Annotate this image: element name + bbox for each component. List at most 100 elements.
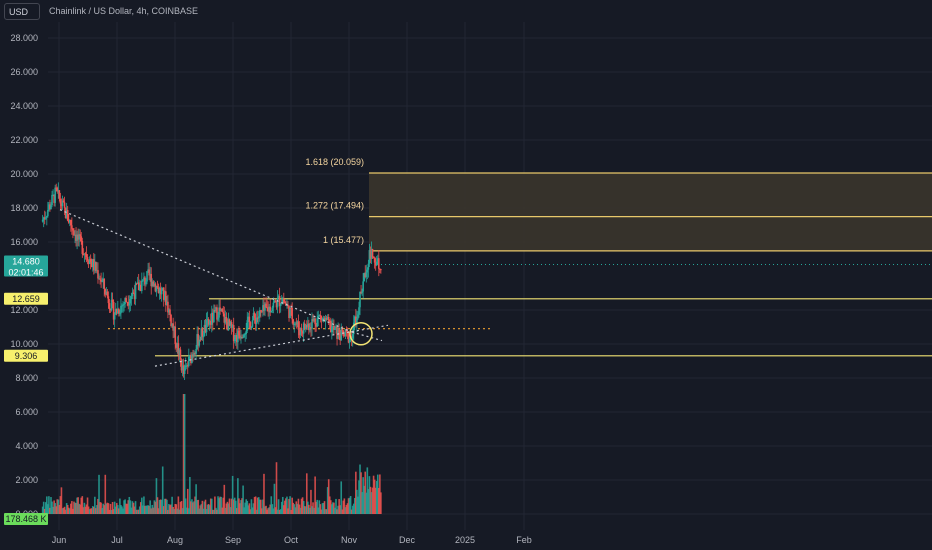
candle-body (146, 271, 148, 282)
candle-body (291, 307, 293, 320)
candle-body (188, 356, 190, 366)
candle-body (373, 258, 376, 263)
candle-body (378, 258, 380, 269)
candle-body (183, 367, 186, 375)
candle-body (233, 339, 236, 342)
candle-body (59, 198, 62, 204)
candle-body (85, 253, 88, 258)
price-axis-label: 24.000 (10, 101, 38, 111)
candle-body (86, 257, 89, 261)
descending-trendline (59, 209, 353, 333)
trend-lines (59, 209, 389, 367)
candle-body (371, 249, 374, 258)
candles (41, 182, 382, 381)
candle-body (283, 299, 285, 302)
candle-body (145, 281, 147, 285)
candle-body (245, 330, 248, 335)
candle-body (169, 309, 171, 315)
trendline-extension (351, 331, 383, 342)
fibonacci-extension: 1.618 (20.059) 1.272 (17.494) 1 (15.477) (305, 157, 932, 252)
candle-body (107, 296, 110, 304)
candle-body (358, 307, 360, 315)
candle-body (50, 205, 52, 210)
candle-body (357, 314, 359, 319)
time-axis-label: Oct (284, 535, 299, 545)
volume-bar (340, 481, 343, 514)
candle-body (265, 303, 267, 308)
candle-body (51, 194, 53, 206)
current-price-tag: 02:01:46 (8, 267, 43, 277)
price-axis-label: 8.000 (15, 373, 38, 383)
price-axis-label: 6.000 (15, 407, 38, 417)
price-axis-label: 4.000 (15, 441, 38, 451)
candle-body (300, 328, 303, 332)
candle-body (271, 307, 274, 312)
fib-zone (369, 172, 932, 251)
grid (48, 22, 932, 530)
candle-body (118, 308, 120, 314)
candle-body (246, 320, 249, 331)
candle-body (128, 303, 131, 306)
time-axis-label: Jun (52, 535, 67, 545)
candle-body (113, 314, 116, 320)
candle-body (179, 349, 182, 360)
candle-body (134, 283, 137, 300)
fib-label: 1 (15.477) (323, 235, 364, 245)
candle-body (123, 303, 125, 305)
candle-body (284, 301, 286, 304)
candle-body (130, 296, 133, 299)
candle-body (122, 304, 124, 306)
candle-body (222, 311, 225, 314)
candle-body (380, 269, 382, 271)
candle-body (72, 228, 74, 231)
volume-bar (275, 462, 278, 514)
chart-root: USD Chainlink / US Dollar, 4h, COINBASE … (0, 0, 932, 550)
candle-body (297, 321, 300, 330)
candle-body (46, 216, 48, 218)
candle-body (279, 304, 282, 307)
candle-body (251, 320, 254, 327)
candle-body (274, 300, 277, 303)
time-axis-label: Nov (341, 535, 358, 545)
candle-body (73, 230, 75, 236)
candle-body (253, 312, 256, 318)
candle-body (232, 325, 235, 342)
price-axis-label: 18.000 (10, 203, 38, 213)
price-axis-label: 2.000 (15, 475, 38, 485)
candle-body (365, 272, 368, 277)
candle-body (359, 291, 361, 308)
current-price-tag: 14.680 (12, 256, 40, 266)
candle-body (195, 348, 197, 354)
candle-body (351, 334, 354, 339)
price-axis-label: 20.000 (10, 169, 38, 179)
candle-body (338, 329, 340, 337)
candle-body (201, 328, 204, 337)
candle-body (41, 219, 44, 222)
candle-body (66, 210, 69, 221)
candle-body (156, 286, 159, 288)
candle-body (160, 290, 163, 295)
candle-body (362, 281, 364, 292)
candle-body (331, 326, 333, 333)
candle-body (119, 313, 121, 315)
candle-body (202, 336, 205, 338)
candle-body (244, 334, 246, 336)
candle-body (272, 302, 275, 308)
candle-body (129, 298, 132, 304)
price-axis-label: 28.000 (10, 33, 38, 43)
time-axis-label: 2025 (455, 535, 475, 545)
candle-body (106, 291, 109, 297)
price-axis-label: 16.000 (10, 237, 38, 247)
candle-body (242, 336, 244, 338)
time-axis-label: Feb (516, 535, 532, 545)
candle-body (54, 187, 56, 203)
candle-body (79, 234, 82, 237)
time-axis-label: Aug (167, 535, 183, 545)
candle-body (174, 326, 177, 345)
price-axis-label: 26.000 (10, 67, 38, 77)
time-axis[interactable]: Jun Jul Aug Sep Oct Nov Dec 2025 Feb (52, 535, 532, 545)
candle-body (327, 317, 330, 321)
time-axis-label: Dec (399, 535, 416, 545)
time-axis-label: Jul (111, 535, 123, 545)
price-chart[interactable]: 1.618 (20.059) 1.272 (17.494) 1 (15.477) 2… (0, 0, 932, 550)
